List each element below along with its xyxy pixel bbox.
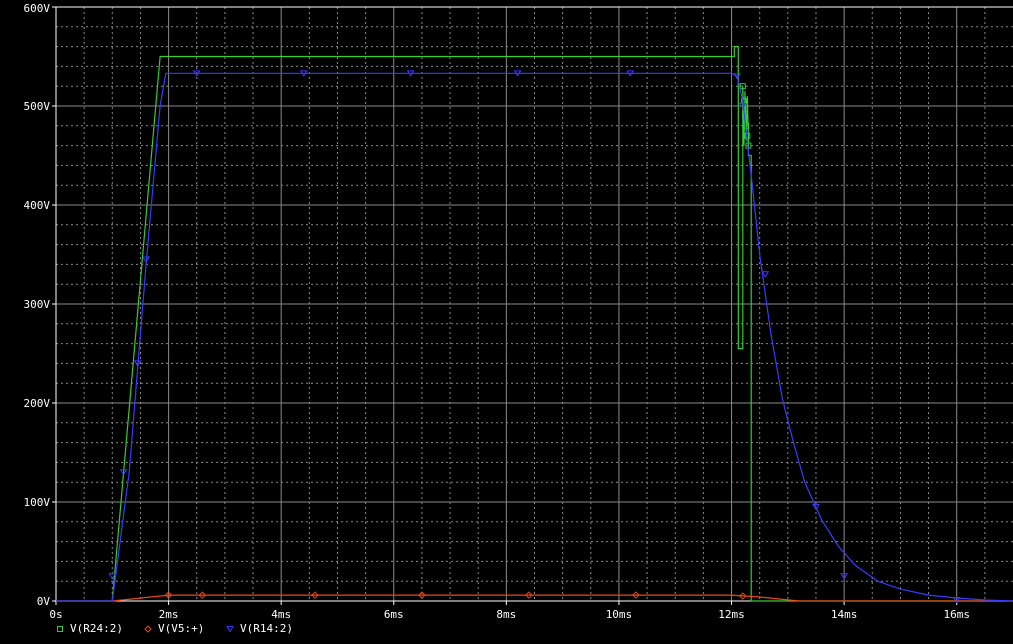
legend-label: V(V5:+) <box>158 622 204 635</box>
x-tick-label: 12ms <box>718 608 745 621</box>
x-tick-label: 0s <box>49 608 62 621</box>
y-tick-label: 400V <box>24 199 51 212</box>
waveform-chart: 0s 2ms 4ms 6ms 8ms 10ms 12ms 14ms 16ms 0V 100V 200V… <box>0 0 1013 644</box>
x-tick-label: 8ms <box>496 608 516 621</box>
y-tick-label: 0V <box>37 595 51 608</box>
x-tick-label: 4ms <box>271 608 291 621</box>
y-tick-label: 300V <box>24 298 51 311</box>
y-tick-label: 200V <box>24 397 51 410</box>
y-tick-label: 100V <box>24 496 51 509</box>
legend-label: V(R24:2) <box>70 622 123 635</box>
x-tick-label: 2ms <box>159 608 179 621</box>
y-tick-label: 500V <box>24 100 51 113</box>
legend-label: V(R14:2) <box>240 622 293 635</box>
x-tick-label: 16ms <box>943 608 970 621</box>
chart-legend: V(R24:2) V(V5:+) V(R14:2) <box>57 622 293 635</box>
x-tick-label: 14ms <box>831 608 858 621</box>
x-tick-label: 10ms <box>606 608 633 621</box>
x-tick-label: 6ms <box>384 608 404 621</box>
y-tick-label: 600V <box>24 2 51 15</box>
